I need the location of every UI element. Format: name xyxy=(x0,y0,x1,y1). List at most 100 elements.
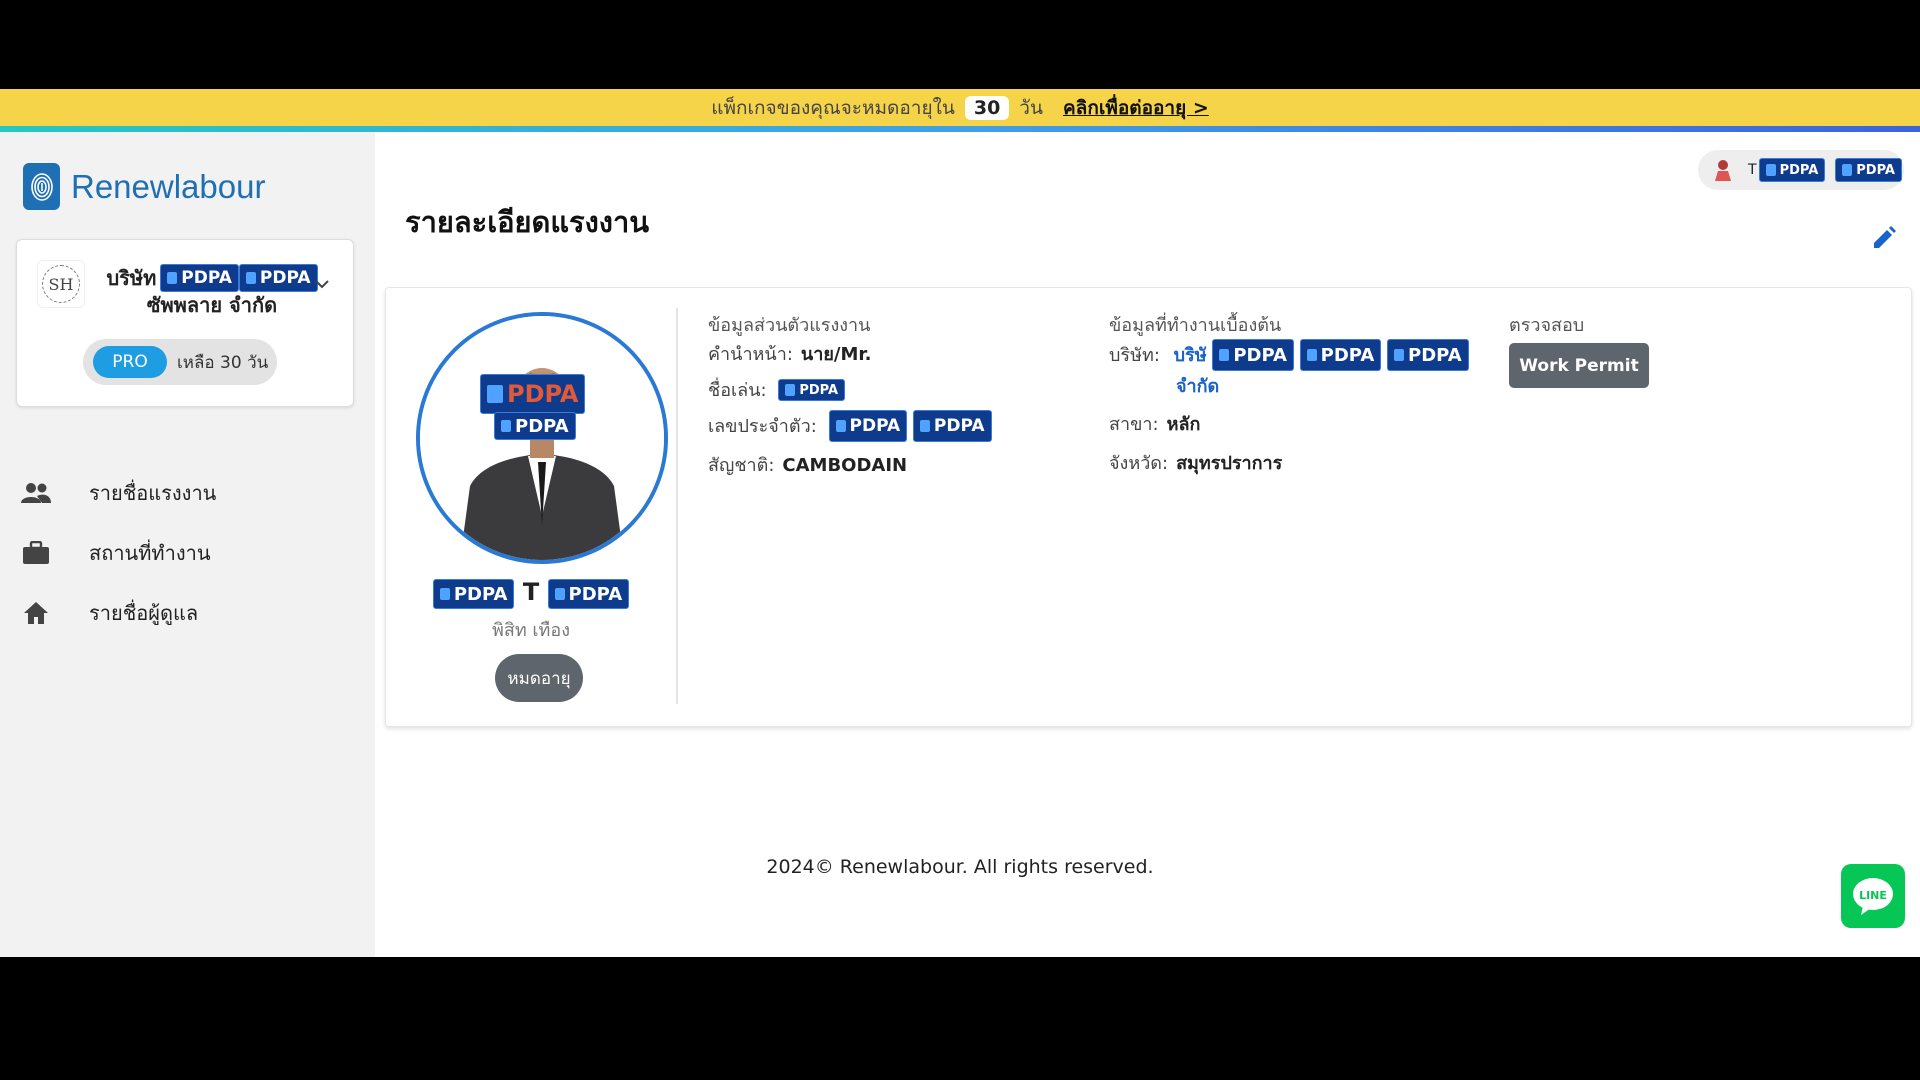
company-name-line1: บริษัท xyxy=(106,266,157,290)
edit-icon[interactable] xyxy=(1870,224,1898,252)
lock-icon xyxy=(1765,164,1776,176)
field-province: จังหวัด: สมุทรปราการ xyxy=(1109,448,1282,477)
lock-icon xyxy=(1842,164,1853,176)
renew-link[interactable]: คลิกเพื่อต่ออายุ > xyxy=(1063,93,1209,123)
field-label: สาขา: xyxy=(1109,414,1159,435)
column-divider xyxy=(676,308,678,704)
pdpa-mask: PDPA xyxy=(1212,339,1294,371)
main-content: T PDPA PDPA รายละเอียดแรงงาน PDPA PDPA P… xyxy=(375,132,1920,957)
field-value: CAMBODAIN xyxy=(782,455,908,476)
worker-name-text: T xyxy=(522,578,540,606)
worker-photo: PDPA PDPA xyxy=(416,312,668,564)
pdpa-mask: PDPA xyxy=(778,379,846,401)
field-value: นาย/Mr. xyxy=(800,344,872,365)
field-label: จังหวัด: xyxy=(1109,453,1169,474)
verify-section-title: ตรวจสอบ xyxy=(1509,315,1585,336)
line-chat-button[interactable]: LINE xyxy=(1841,864,1905,928)
company-link[interactable]: บริษั xyxy=(1174,345,1207,366)
home-icon xyxy=(21,601,51,625)
company-selector[interactable]: SH บริษัท PDPA PDPA ซัพพลาย จำกัด PRO เห… xyxy=(16,239,354,407)
fingerprint-icon xyxy=(23,163,60,210)
lock-icon xyxy=(1219,349,1230,361)
logo-text: Renewlabour xyxy=(71,167,266,205)
sidebar-item-label: รายชื่อผู้ดูแล xyxy=(89,601,199,625)
lock-icon xyxy=(245,272,256,284)
field-label: คำนำหน้า: xyxy=(708,344,793,365)
field-label: บริษัท: xyxy=(1109,345,1160,366)
pdpa-mask: PDPA xyxy=(238,264,318,292)
pdpa-mask: PDPA xyxy=(1758,158,1826,182)
page-title: รายละเอียดแรงงาน xyxy=(405,205,650,239)
field-id-number: เลขประจำตัว: PDPA PDPA xyxy=(708,410,992,442)
company-link-line2[interactable]: จำกัด xyxy=(1176,376,1219,397)
worker-name-en: PDPA T PDPA xyxy=(386,578,676,609)
lock-icon xyxy=(439,588,450,600)
plan-status: PRO เหลือ 30 วัน xyxy=(83,339,277,385)
company-avatar-text: SH xyxy=(42,265,80,303)
line-icon-label: LINE xyxy=(1859,889,1887,902)
field-value: หลัก xyxy=(1166,414,1201,435)
field-label: เลขประจำตัว: xyxy=(708,416,817,437)
field-title: คำนำหน้า: นาย/Mr. xyxy=(708,339,872,368)
lock-icon xyxy=(167,272,178,284)
pdpa-mask: PDPA xyxy=(432,579,515,609)
user-avatar-icon xyxy=(1712,159,1734,181)
work-permit-button[interactable]: Work Permit xyxy=(1509,343,1649,388)
expiry-banner: แพ็กเกจของคุณจะหมดอายุใน 30 วัน คลิกเพื่… xyxy=(0,89,1920,126)
pdpa-mask: PDPA xyxy=(1387,339,1469,371)
footer-text: 2024© Renewlabour. All rights reserved. xyxy=(766,856,1154,878)
sidebar: Renewlabour SH บริษัท PDPA PDPA ซัพพลาย … xyxy=(0,132,375,957)
status-badge: หมดอายุ xyxy=(495,654,583,702)
pdpa-mask: PDPA xyxy=(160,264,239,292)
plan-badge: PRO xyxy=(93,346,167,378)
field-nationality: สัญชาติ: CAMBODAIN xyxy=(708,450,907,479)
pdpa-mask: PDPA xyxy=(1299,339,1382,371)
lock-icon xyxy=(785,384,796,396)
profile-column: PDPA PDPA PDPA T PDPA พิสิท เทือง หมดอาย… xyxy=(386,288,676,726)
field-label: ชื่อเล่น: xyxy=(708,380,767,401)
pdpa-mask: PDPA xyxy=(912,410,992,442)
pdpa-mask: PDPA xyxy=(480,374,586,414)
lock-icon xyxy=(919,420,930,432)
people-icon xyxy=(21,482,51,504)
sidebar-nav: รายชื่อแรงงาน สถานที่ทำงาน รายชื่อผู้ดูแ… xyxy=(0,463,375,643)
pdpa-mask: PDPA xyxy=(494,412,576,440)
sidebar-item-label: สถานที่ทำงาน xyxy=(89,541,211,565)
lock-icon xyxy=(1394,349,1405,361)
logo[interactable]: Renewlabour xyxy=(23,163,265,210)
lock-icon xyxy=(1306,349,1317,361)
lock-icon xyxy=(835,420,846,432)
worker-detail-card: PDPA PDPA PDPA T PDPA พิสิท เทือง หมดอาย… xyxy=(385,287,1912,727)
chevron-down-icon[interactable] xyxy=(313,278,331,294)
work-section-title: ข้อมูลที่ทำงานเบื้องต้น xyxy=(1109,315,1282,336)
field-label: สัญชาติ: xyxy=(708,455,775,476)
briefcase-icon xyxy=(21,541,51,565)
sidebar-item-managers[interactable]: รายชื่อผู้ดูแล xyxy=(0,583,375,643)
lock-icon xyxy=(554,588,565,600)
pdpa-mask: PDPA xyxy=(828,410,908,442)
worker-name-th: พิสิท เทือง xyxy=(491,620,571,641)
pdpa-mask: PDPA xyxy=(1835,158,1902,182)
pdpa-mask: PDPA xyxy=(547,579,630,609)
sidebar-item-workplaces[interactable]: สถานที่ทำงาน xyxy=(0,523,375,583)
banner-days: 30 xyxy=(964,95,1010,120)
field-company: บริษัท: บริษั PDPA PDPA PDPA xyxy=(1109,339,1469,371)
user-name-prefix: T xyxy=(1748,162,1757,178)
banner-text: แพ็กเกจของคุณจะหมดอายุใน xyxy=(711,96,955,119)
field-value: สมุทรปราการ xyxy=(1176,453,1283,474)
banner-unit: วัน xyxy=(1019,96,1043,119)
field-company-line2: จำกัด xyxy=(1176,371,1219,400)
sidebar-item-workers[interactable]: รายชื่อแรงงาน xyxy=(0,463,375,523)
user-menu[interactable]: T PDPA PDPA xyxy=(1698,150,1904,190)
lock-icon xyxy=(501,420,511,432)
plan-remaining: เหลือ 30 วัน xyxy=(177,352,269,373)
sidebar-item-label: รายชื่อแรงงาน xyxy=(89,481,217,505)
company-name-line2: ซัพพลาย จำกัด xyxy=(146,293,278,317)
field-nickname: ชื่อเล่น: PDPA xyxy=(708,375,846,404)
lock-icon xyxy=(487,385,503,403)
app-window: แพ็กเกจของคุณจะหมดอายุใน 30 วัน คลิกเพื่… xyxy=(0,89,1920,957)
personal-section-title: ข้อมูลส่วนตัวแรงงาน xyxy=(708,315,871,336)
company-avatar: SH xyxy=(37,260,85,308)
company-name: บริษัท PDPA PDPA ซัพพลาย จำกัด xyxy=(97,264,327,318)
field-branch: สาขา: หลัก xyxy=(1109,409,1200,438)
